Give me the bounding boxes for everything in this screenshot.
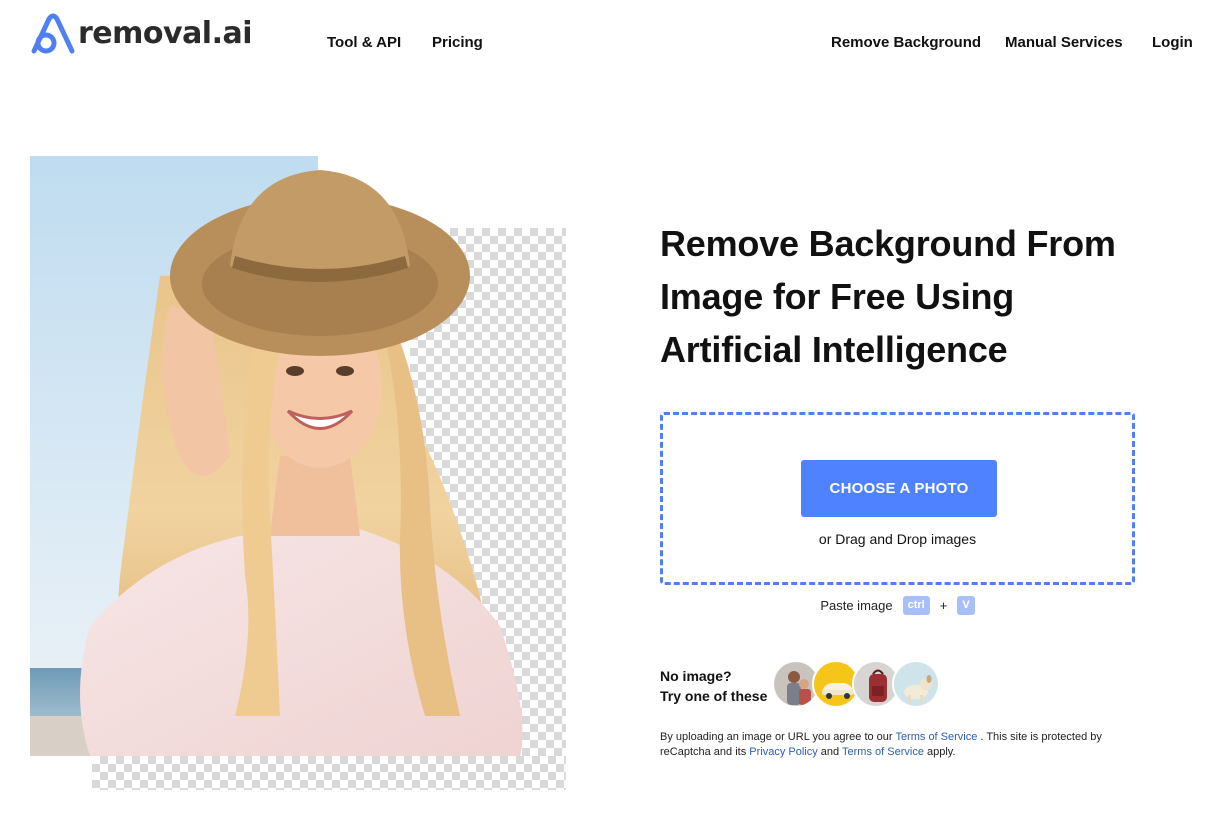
nav-pricing[interactable]: Pricing — [432, 33, 483, 53]
hero-image — [30, 156, 570, 796]
terms-of-service-link[interactable]: Terms of Service — [895, 731, 977, 743]
terms-text-3: and — [817, 746, 843, 758]
nav-tool-api[interactable]: Tool & API — [327, 33, 401, 53]
choose-photo-button[interactable]: CHOOSE A PHOTO — [801, 460, 997, 517]
logo[interactable]: removal.ai — [30, 12, 253, 56]
v-key-badge: V — [957, 596, 975, 615]
privacy-policy-link[interactable]: Privacy Policy — [749, 746, 817, 758]
woman-photo — [30, 156, 523, 756]
plus-sign: + — [939, 598, 948, 613]
transparency-checkerboard-bottom — [92, 756, 566, 790]
nav-remove-background[interactable]: Remove Background — [831, 33, 981, 53]
nav-login[interactable]: Login — [1152, 33, 1193, 53]
paste-label: Paste image — [820, 598, 893, 613]
terms-of-service-link-2[interactable]: Terms of Service — [842, 746, 924, 758]
logo-name: removal — [78, 16, 212, 51]
headline-line-2: Image for Free Using — [660, 276, 1015, 317]
terms-notice: By uploading an image or URL you agree t… — [660, 730, 1140, 760]
headline-line-1: Remove Background From — [660, 223, 1116, 264]
headline-line-3: Artificial Intelligence — [660, 329, 1008, 370]
sample-images — [772, 660, 942, 708]
drag-drop-hint: or Drag and Drop images — [818, 531, 977, 547]
terms-text-1: By uploading an image or URL you agree t… — [660, 731, 896, 743]
logo-mark-icon — [31, 13, 75, 54]
upload-dropzone[interactable]: CHOOSE A PHOTO or Drag and Drop images — [660, 412, 1135, 585]
ctrl-key-badge: ctrl — [902, 596, 930, 615]
sample-prompt: No image? Try one of these — [660, 666, 767, 706]
paste-hint: Paste image ctrl + V — [660, 596, 1135, 615]
nav-manual-services[interactable]: Manual Services — [1005, 33, 1123, 53]
site-header: removal.ai Tool & API Pricing Remove Bac… — [0, 0, 1214, 84]
white-dog-icon — [894, 662, 938, 706]
logo-tld: .ai — [211, 16, 253, 51]
logo-text: removal.ai — [78, 16, 253, 51]
terms-text-4: apply. — [923, 746, 956, 758]
sample-prompt-line-2: Try one of these — [660, 688, 768, 704]
sample-prompt-line-1: No image? — [660, 668, 732, 684]
sample-white-dog[interactable] — [892, 660, 940, 708]
page-title: Remove Background From Image for Free Us… — [660, 217, 1180, 376]
